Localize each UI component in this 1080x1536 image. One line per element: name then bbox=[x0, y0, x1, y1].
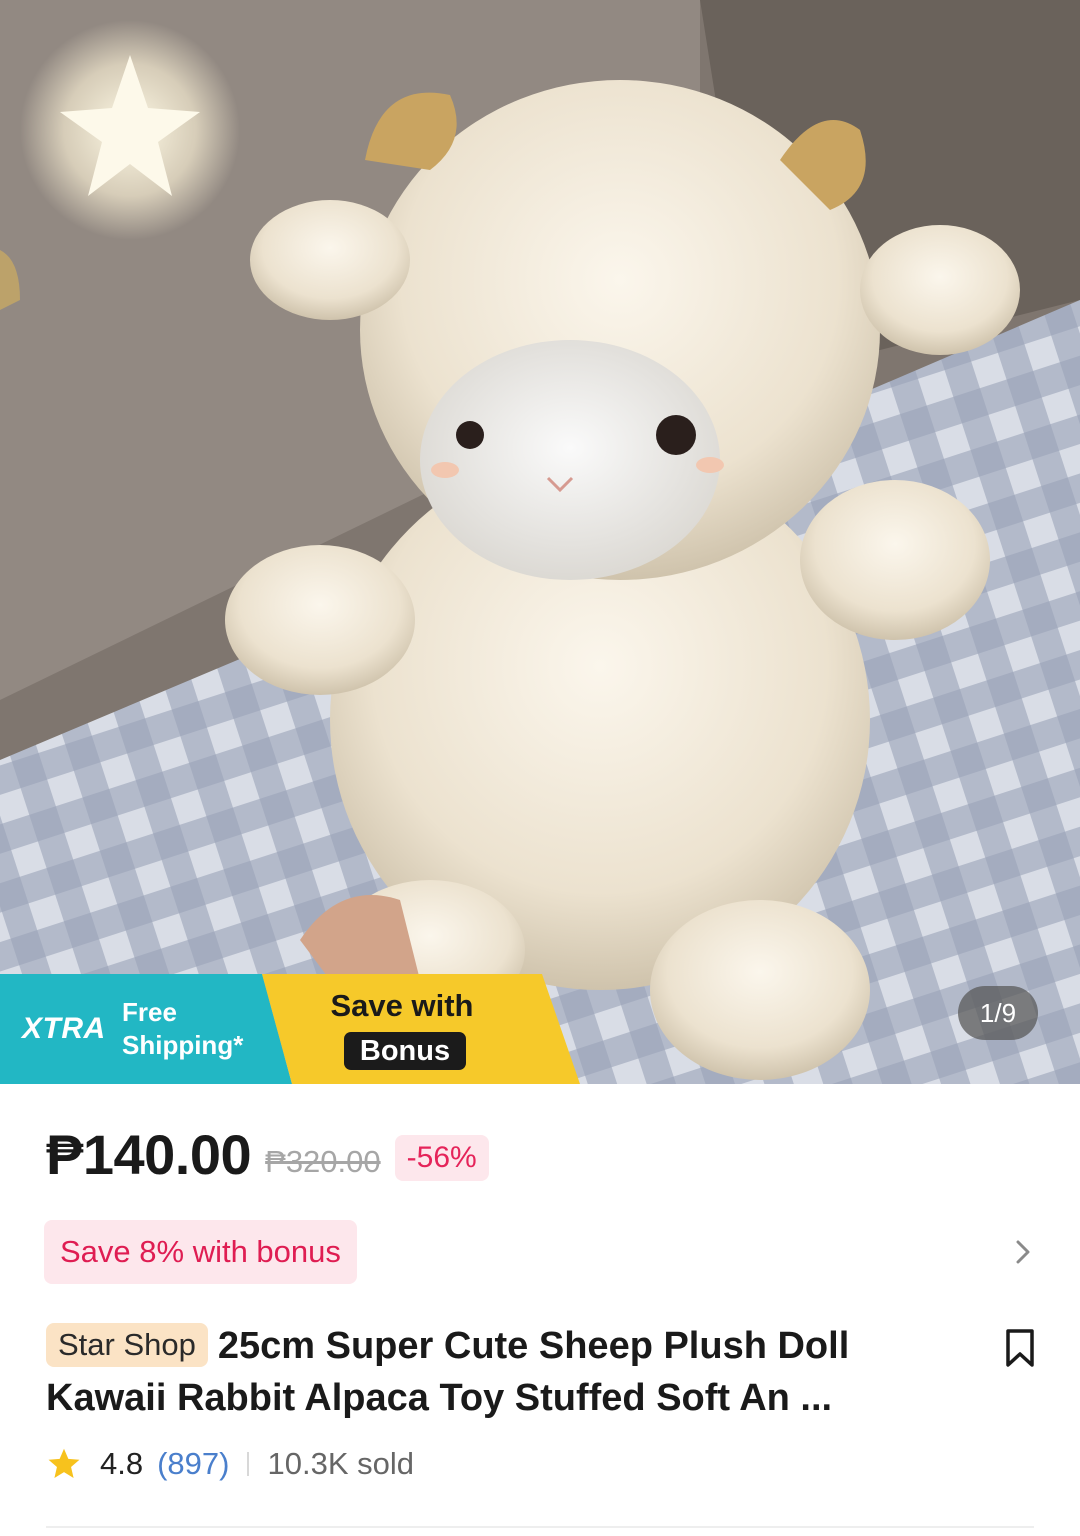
bonus-row[interactable]: Save 8% with bonus bbox=[44, 1220, 1044, 1284]
chevron-right-icon[interactable] bbox=[1008, 1236, 1038, 1268]
product-image-gallery[interactable]: 1/9 XTRA Free Shipping* Save with Bonus bbox=[0, 0, 1080, 1084]
free-shipping-line-1: Free bbox=[122, 997, 177, 1027]
free-shipping-label: Free Shipping* bbox=[122, 996, 243, 1062]
image-counter: 1/9 bbox=[958, 986, 1038, 1040]
rating-value: 4.8 bbox=[100, 1446, 144, 1481]
xtra-label: XTRA bbox=[22, 1012, 106, 1045]
save-with-label: Save with bbox=[330, 988, 474, 1023]
price-row: ₱140.00 ₱320.00 -56% bbox=[46, 1122, 489, 1187]
bonus-pill: Bonus bbox=[344, 1032, 466, 1070]
product-info-panel: ₱140.00 ₱320.00 -56% Save 8% with bonus … bbox=[0, 1084, 1080, 1536]
shop-tag[interactable]: Star Shop bbox=[46, 1323, 208, 1367]
star-icon bbox=[48, 1448, 80, 1478]
sold-count: 10.3K sold bbox=[267, 1446, 414, 1481]
product-title-block: Star Shop 25cm Super Cute Sheep Plush Dol… bbox=[46, 1320, 946, 1424]
section-divider bbox=[46, 1526, 1034, 1528]
free-shipping-line-2: Shipping* bbox=[122, 1030, 244, 1060]
rating-row[interactable]: 4.8 (897) 10.3K sold bbox=[46, 1446, 414, 1482]
review-count[interactable]: (897) bbox=[157, 1446, 229, 1482]
original-price: ₱320.00 bbox=[265, 1143, 381, 1179]
product-photo bbox=[0, 0, 1080, 1084]
discount-badge: -56% bbox=[394, 1134, 489, 1181]
promo-banner[interactable]: XTRA Free Shipping* Save with Bonus bbox=[0, 974, 590, 1084]
save-with-bonus-chip[interactable]: Save 8% with bonus bbox=[44, 1220, 357, 1284]
current-price: ₱140.00 bbox=[46, 1123, 252, 1186]
bookmark-icon[interactable] bbox=[1000, 1326, 1040, 1370]
divider bbox=[247, 1452, 250, 1476]
